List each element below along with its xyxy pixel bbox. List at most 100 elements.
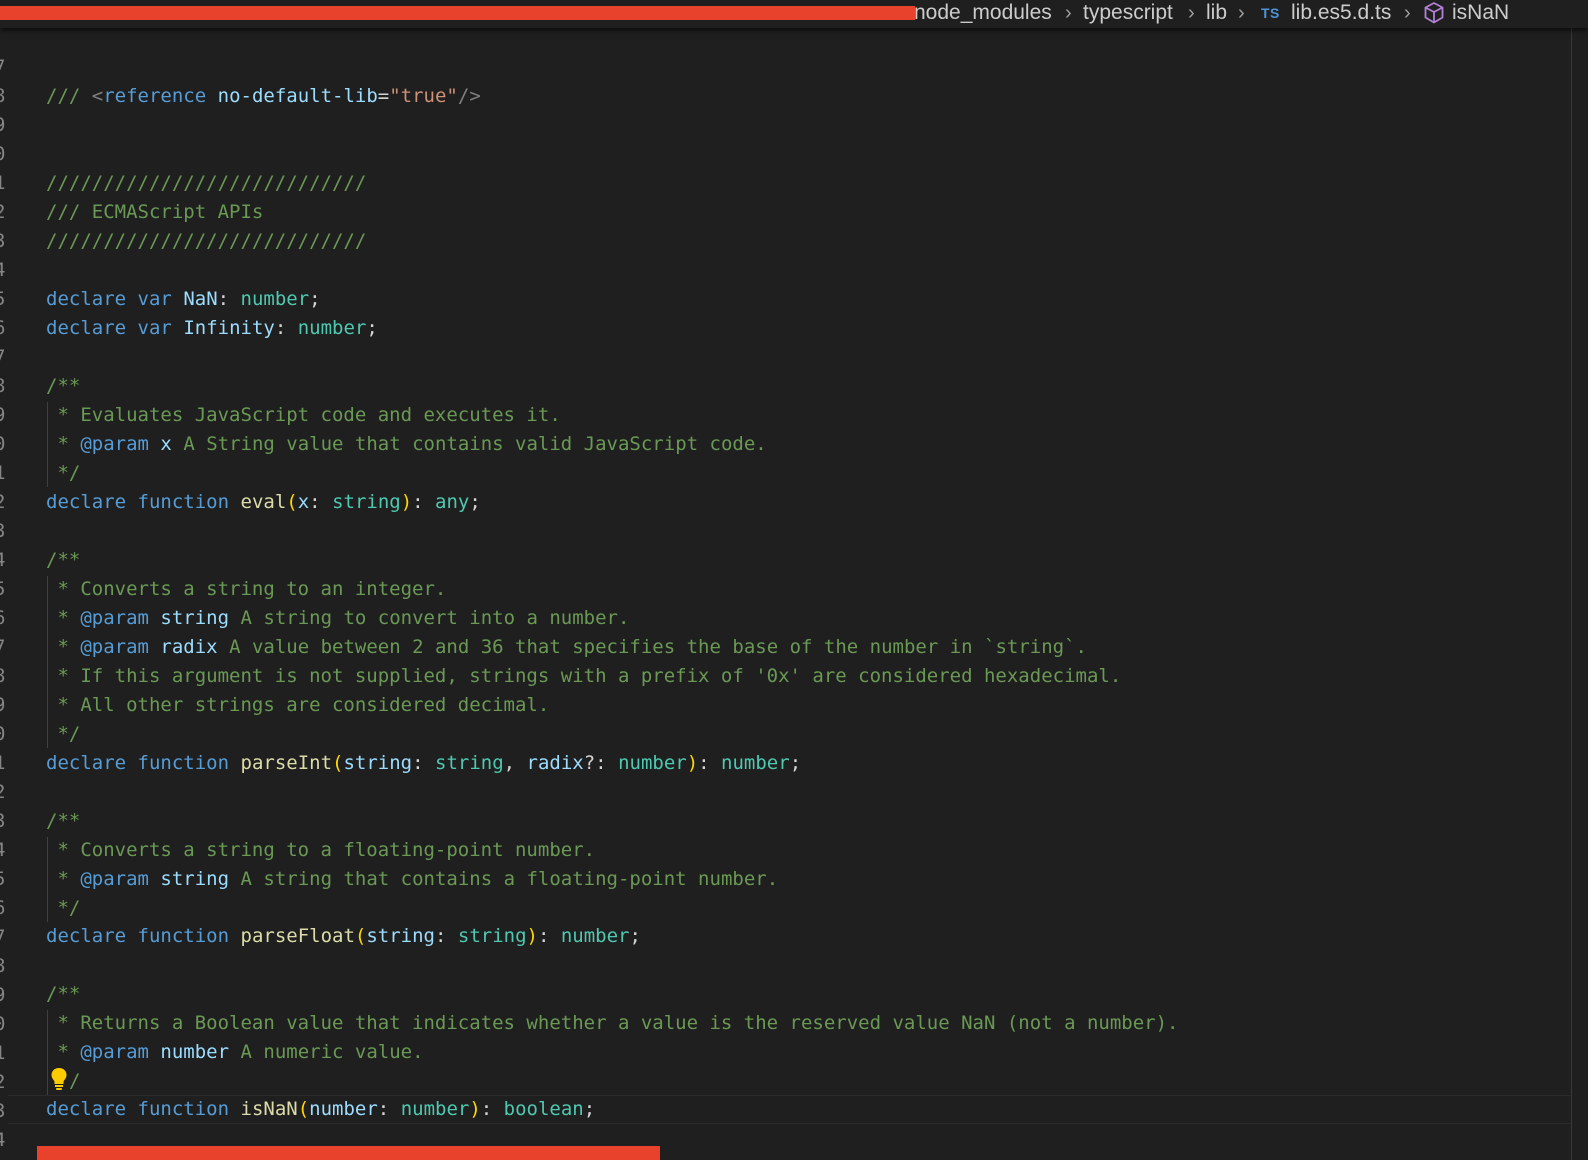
code-token: < xyxy=(91,85,104,107)
code-line: * Converts a string to a floating-point … xyxy=(46,839,596,861)
chevron-right-icon: › xyxy=(1188,2,1195,24)
indent-guide xyxy=(47,576,48,748)
code-line: declare function parseInt(string: string… xyxy=(46,749,801,778)
code-token: A String value that contains valid JavaS… xyxy=(171,433,767,455)
code-token: number xyxy=(400,1098,470,1120)
code-token: ) xyxy=(469,1098,481,1120)
code-token: : xyxy=(217,288,241,310)
code-line: */ xyxy=(46,897,81,919)
code-token: * xyxy=(46,1041,81,1063)
line-number: 4 xyxy=(0,546,5,575)
code-token: ( xyxy=(354,925,367,947)
line-number: 2 xyxy=(0,1068,5,1097)
code-token: ) xyxy=(686,752,699,774)
line-number: 1 xyxy=(0,749,5,778)
line-number: 2 xyxy=(0,488,5,517)
code-token: no-default-lib xyxy=(217,85,378,107)
line-number: 3 xyxy=(0,807,5,836)
code-token: function xyxy=(137,752,230,774)
code-line: * @param number A numeric value. xyxy=(46,1038,424,1067)
code-token: x xyxy=(160,433,172,455)
code-token: * xyxy=(46,433,81,455)
line-number: 5 xyxy=(0,1155,5,1160)
line-number: 6 xyxy=(0,894,5,923)
line-number: 4 xyxy=(0,256,5,285)
code-line: * If this argument is not supplied, stri… xyxy=(46,665,1122,687)
line-number: 0 xyxy=(0,430,5,459)
code-line: declare var Infinity: number; xyxy=(46,314,378,343)
code-line: /** xyxy=(46,810,81,832)
code-token: @param xyxy=(80,433,149,455)
code-token: @param xyxy=(80,868,149,890)
line-number: 9 xyxy=(0,691,5,720)
indent-guide xyxy=(47,1010,48,1095)
line-number: 5 xyxy=(0,865,5,894)
code-token: radix xyxy=(526,752,584,774)
line-number: 3 xyxy=(0,1097,5,1126)
code-token: : xyxy=(698,752,722,774)
breadcrumb-item-typescript[interactable]: typescript xyxy=(1083,0,1173,26)
code-token: ; xyxy=(366,317,378,339)
code-token: ) xyxy=(400,491,413,513)
code-token: ?: xyxy=(583,752,619,774)
breadcrumb-item-symbol[interactable]: isNaN xyxy=(1452,0,1509,26)
code-token: declare xyxy=(46,1098,127,1120)
code-token: ; xyxy=(309,288,321,310)
typescript-file-icon: TS xyxy=(1261,5,1280,21)
chevron-right-icon: › xyxy=(1404,2,1411,24)
code-token: number xyxy=(240,288,310,310)
code-token: parseFloat xyxy=(240,925,355,947)
redaction-bar xyxy=(37,1146,660,1160)
code-token: string xyxy=(366,925,435,947)
line-number: 4 xyxy=(0,1126,5,1155)
code-token: = xyxy=(377,85,390,107)
code-line: /// ECMAScript APIs xyxy=(46,201,264,223)
code-token: string xyxy=(343,752,413,774)
code-token: function xyxy=(137,925,230,947)
redaction-bar xyxy=(0,6,915,20)
code-token: : xyxy=(274,317,298,339)
line-number: 9 xyxy=(0,981,5,1010)
line-number: 0 xyxy=(0,720,5,749)
scrollbar-track[interactable] xyxy=(1571,28,1572,1160)
breadcrumb-item-node-modules[interactable]: node_modules xyxy=(914,0,1052,26)
code-token: ( xyxy=(332,752,344,774)
line-number: 6 xyxy=(0,314,5,343)
code-line: */ xyxy=(46,723,81,745)
breadcrumb-item-file[interactable]: lib.es5.d.ts xyxy=(1291,0,1391,26)
code-line: * @param string A string to convert into… xyxy=(46,604,629,633)
chevron-right-icon: › xyxy=(1065,2,1072,24)
code-line: * Evaluates JavaScript code and executes… xyxy=(46,404,561,426)
code-token: * xyxy=(46,636,81,658)
code-line: * @param radix A value between 2 and 36 … xyxy=(46,633,1087,662)
code-token: ( xyxy=(297,1098,310,1120)
code-editor[interactable]: /// <reference no-default-lib="true"/> /… xyxy=(0,0,1571,1160)
code-token: @param xyxy=(80,607,149,629)
code-token: : xyxy=(412,491,436,513)
code-token: A numeric value. xyxy=(229,1041,424,1063)
line-number: 8 xyxy=(0,82,5,111)
indent-guide xyxy=(47,837,48,922)
line-number: 3 xyxy=(0,517,5,546)
line-number: 7 xyxy=(0,53,5,82)
code-token: boolean xyxy=(503,1098,584,1120)
code-line: /** xyxy=(46,983,81,1005)
line-number: 4 xyxy=(0,836,5,865)
code-line: //////////////////////////// xyxy=(46,230,367,252)
code-line: / xyxy=(69,1070,81,1092)
code-token: number xyxy=(560,925,630,947)
line-number: 0 xyxy=(0,140,5,169)
code-token: string xyxy=(435,752,504,774)
lightbulb-icon[interactable] xyxy=(50,1067,68,1091)
line-number-gutter: 789012345678901234567890123456789012345 xyxy=(0,28,8,1160)
line-number: 7 xyxy=(0,343,5,372)
code-token: string xyxy=(457,925,527,947)
line-number: 2 xyxy=(0,198,5,227)
code-token: declare xyxy=(46,288,127,310)
code-line: /** xyxy=(46,375,81,397)
code-token: NaN xyxy=(183,288,218,310)
code-token: number xyxy=(618,752,687,774)
line-number: 6 xyxy=(0,604,5,633)
code-token: var xyxy=(137,288,172,310)
breadcrumb-item-lib[interactable]: lib xyxy=(1206,0,1227,26)
